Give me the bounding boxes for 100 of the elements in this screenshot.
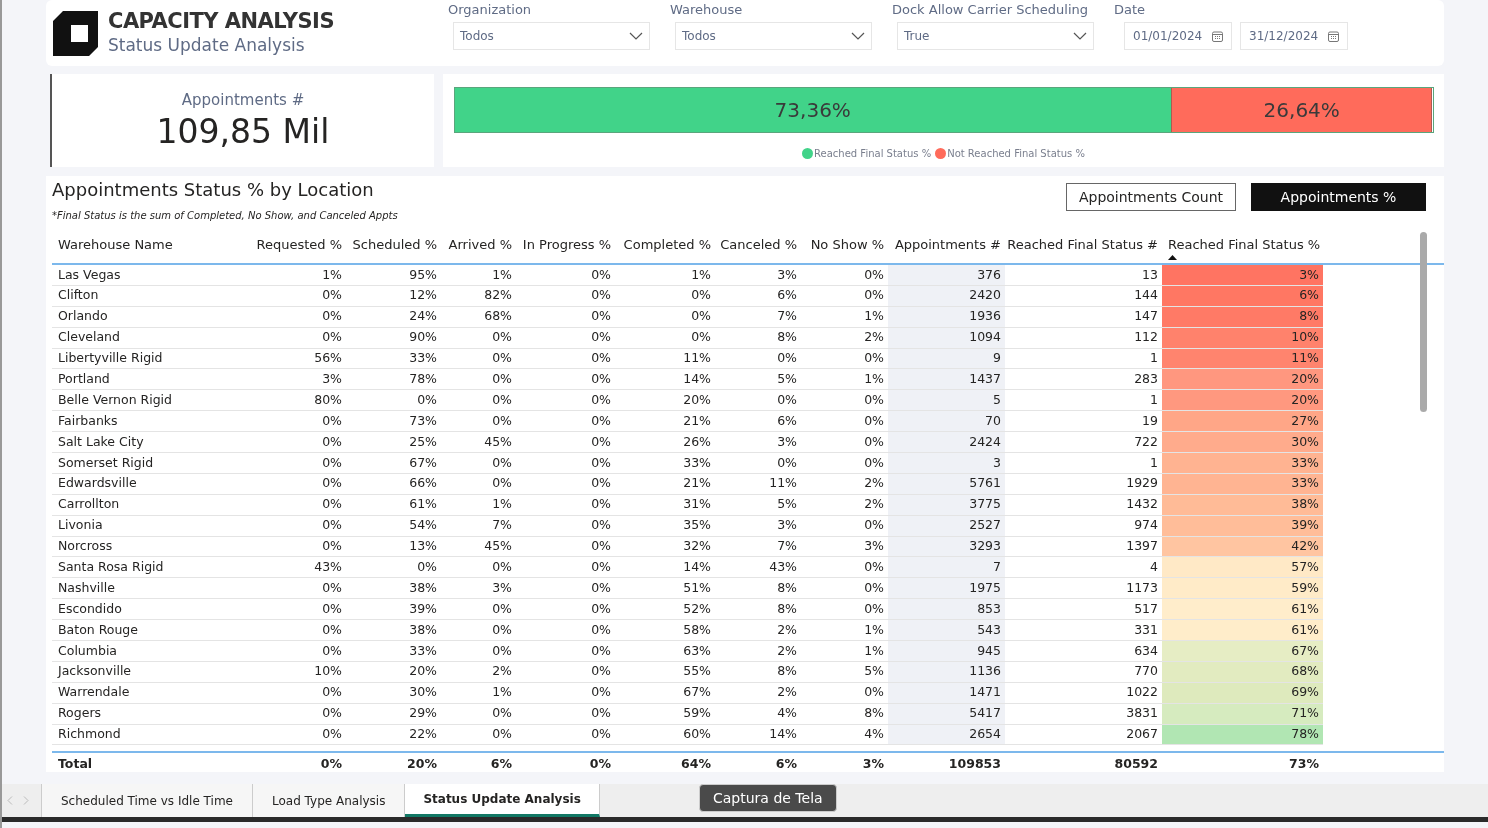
view-toggle-button[interactable]: Appointments Count (1066, 183, 1236, 211)
column-header[interactable]: No Show % (810, 235, 884, 255)
filter-dropdown[interactable]: Todos (453, 22, 650, 50)
table-note: *Final Status is the sum of Completed, No Show, and Canceled Appts (52, 209, 398, 223)
table-cell: 26% (615, 432, 715, 453)
table-cell: 11% (615, 348, 715, 370)
table-cell: Livonia (52, 515, 250, 537)
table-cell: 7% (715, 306, 801, 328)
table-cell: 0% (250, 536, 346, 558)
column-header[interactable]: Completed % (623, 235, 711, 255)
table-cell: 3% (1162, 265, 1323, 286)
table-cell: Cleveland (52, 327, 250, 349)
table-cell: 0% (516, 557, 615, 579)
table-cell: 33% (1162, 473, 1323, 495)
table-cell: 0% (441, 453, 516, 474)
table-cell: 0% (250, 515, 346, 537)
table-cell: 543 (888, 620, 1005, 642)
column-header[interactable]: Warehouse Name (58, 235, 173, 255)
table-cell: 0% (441, 327, 516, 349)
table-cell: 0% (715, 348, 801, 370)
legend-label: Reached Final Status % (814, 147, 932, 161)
table-cell: 0% (250, 620, 346, 642)
table-cell: 45% (441, 432, 516, 453)
table-cell: 0% (615, 306, 715, 328)
date-field[interactable]: 31/12/2024 (1240, 22, 1348, 50)
table-cell: 0% (516, 411, 615, 433)
table-cell: 33% (1162, 453, 1323, 474)
table-cell: Rogers (52, 703, 250, 725)
table-cell: 0% (516, 578, 615, 600)
table-cell: 10% (250, 661, 346, 683)
table-cell: 6% (1162, 285, 1323, 307)
table-cell: 0% (516, 599, 615, 621)
table-cell: 1437 (888, 369, 1005, 391)
total-cell: 20% (407, 755, 437, 774)
table-cell: 0% (516, 724, 615, 746)
table-cell: 52% (615, 599, 715, 621)
column-header[interactable]: Requested % (256, 235, 342, 255)
table-cell: 38% (346, 620, 441, 642)
table-cell: 2654 (888, 724, 1005, 746)
column-header[interactable]: In Progress % (522, 235, 611, 255)
filter-dropdown[interactable]: True (897, 22, 1094, 50)
table-cell: 21% (615, 473, 715, 495)
table-cell: 0% (516, 432, 615, 453)
column-header[interactable]: Canceled % (720, 235, 797, 255)
kpi-label: Appointments # (181, 90, 305, 112)
table-cell: 0% (441, 641, 516, 662)
table-cell: 5% (715, 369, 801, 391)
column-header[interactable]: Arrived % (448, 235, 512, 255)
table-cell: 0% (516, 285, 615, 307)
table-cell: 0% (441, 473, 516, 495)
table-cell: 0% (250, 494, 346, 516)
table-cell: 0% (715, 453, 801, 474)
table-cell: 32% (615, 536, 715, 558)
column-header[interactable]: Scheduled % (352, 235, 437, 255)
table-cell: 57% (1162, 557, 1323, 579)
scrollbar-thumb[interactable] (1420, 232, 1427, 412)
view-toggle-button[interactable]: Appointments % (1251, 183, 1426, 211)
table-cell: 20% (1162, 369, 1323, 391)
status-share-segment: 73,36% (454, 88, 1172, 132)
table-cell: 8% (715, 327, 801, 349)
table-cell: 0% (516, 473, 615, 495)
sort-arrow-icon (1168, 255, 1177, 260)
column-header[interactable]: Appointments # (894, 235, 1001, 255)
table-cell: 20% (1162, 390, 1323, 412)
table-cell: 71% (1162, 703, 1323, 725)
table-cell: Santa Rosa Rigid (52, 557, 250, 579)
table-cell: 33% (346, 641, 441, 662)
table-cell: 67% (615, 682, 715, 704)
table-cell: 853 (888, 599, 1005, 621)
table-cell: 0% (516, 661, 615, 683)
page-tab[interactable]: Scheduled Time vs Idle Time (42, 784, 253, 817)
table-cell: 1% (441, 494, 516, 516)
page-tab[interactable]: Load Type Analysis (253, 784, 406, 817)
table-cell: 11% (1162, 348, 1323, 370)
column-header[interactable]: Reached Final Status # (1007, 235, 1158, 255)
total-cell: 3% (862, 755, 884, 774)
table-cell: 3% (715, 432, 801, 453)
table-cell: 2420 (888, 285, 1005, 307)
table-cell: 0% (250, 285, 346, 307)
table-cell: 14% (615, 369, 715, 391)
table-cell: 0% (250, 432, 346, 453)
table-cell: 78% (1162, 724, 1323, 746)
next-page-icon[interactable] (23, 796, 29, 805)
table-cell: 0% (441, 557, 516, 579)
table-cell: 60% (615, 724, 715, 746)
table-cell: 7% (715, 536, 801, 558)
table-cell: 2424 (888, 432, 1005, 453)
table-cell: 0% (516, 306, 615, 328)
page-tab[interactable]: Status Update Analysis (405, 784, 600, 817)
table-cell: 7% (441, 515, 516, 537)
table-cell: 39% (346, 599, 441, 621)
table-cell: 5% (715, 494, 801, 516)
previous-page-icon[interactable] (7, 796, 13, 805)
table-cell: 2% (441, 661, 516, 683)
table-cell: 2% (715, 641, 801, 662)
table-cell: 0% (615, 327, 715, 349)
date-field[interactable]: 01/01/2024 (1124, 22, 1232, 50)
filter-dropdown[interactable]: Todos (675, 22, 872, 50)
table-cell: 39% (1162, 515, 1323, 537)
column-header[interactable]: Reached Final Status % (1168, 235, 1321, 255)
